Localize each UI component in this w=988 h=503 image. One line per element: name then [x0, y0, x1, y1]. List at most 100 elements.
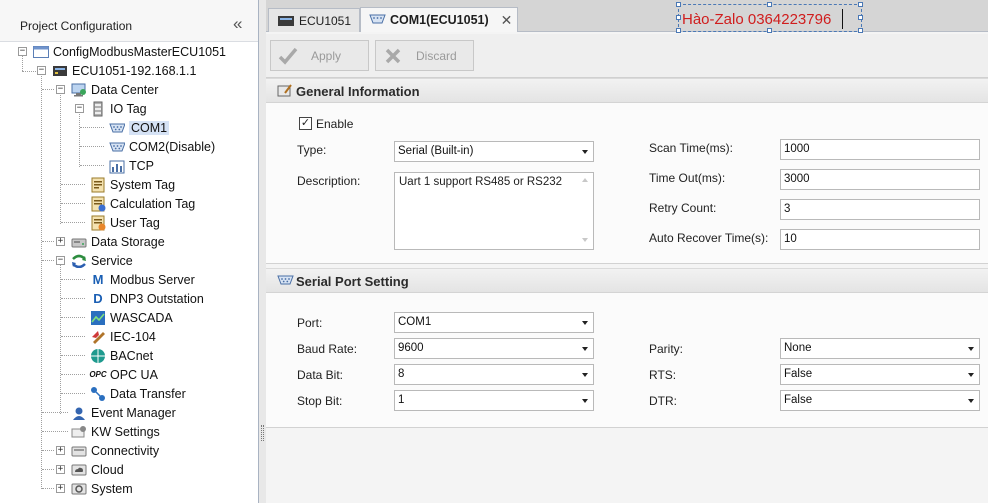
collapse-toggle[interactable]: − [37, 66, 46, 75]
tree-item-event-manager[interactable]: Event Manager [71, 403, 176, 422]
auto-recover-time-input[interactable]: 10 [780, 229, 980, 250]
section-title: General Information [296, 84, 420, 99]
tree-item-com1[interactable]: COM1 [109, 118, 170, 137]
tree-item-data-transfer[interactable]: Data Transfer [90, 384, 186, 403]
data-bit-select[interactable]: 8 [394, 364, 594, 385]
apply-button[interactable]: Apply [270, 40, 369, 71]
editor-area: ECU1051 COM1(ECU1051) ✕ Hào-Zalo 0364223… [266, 0, 988, 503]
collapse-toggle[interactable]: − [75, 104, 84, 113]
dnp3-icon: D [93, 291, 103, 306]
dtr-select[interactable]: False [780, 390, 980, 411]
panel-header: Project Configuration « [0, 0, 258, 42]
tree-item-user-tag[interactable]: User Tag [90, 213, 160, 232]
tab-ecu1051[interactable]: ECU1051 [268, 8, 360, 32]
scan-time-input[interactable]: 1000 [780, 139, 980, 160]
system-tag-icon [90, 177, 106, 193]
port-label: Port: [297, 316, 323, 330]
expand-toggle[interactable]: + [56, 465, 65, 474]
stop-bit-select[interactable]: 1 [394, 390, 594, 411]
cloud-icon [71, 462, 87, 478]
stop-bit-label: Stop Bit: [297, 394, 343, 408]
tree-item-bacnet[interactable]: BACnet [90, 346, 153, 365]
data-center-icon [71, 82, 87, 98]
tree-item-kw-settings[interactable]: KW Settings [71, 422, 160, 441]
general-information-section: General Information ✓ Enable Type: Seria… [266, 78, 988, 264]
parity-select[interactable]: None [780, 338, 980, 359]
tcp-icon [109, 158, 125, 174]
panel-splitter[interactable] [259, 0, 266, 503]
tree-item-system-tag[interactable]: System Tag [90, 175, 175, 194]
tree-item-iec104[interactable]: IEC-104 [90, 327, 156, 346]
watermark-textbox: Hào-Zalo 0364223796 [676, 2, 863, 33]
splitter-grip[interactable] [261, 425, 264, 441]
tab-bar: ECU1051 COM1(ECU1051) ✕ Hào-Zalo 0364223… [266, 0, 988, 33]
tree-item-system[interactable]: System [71, 479, 133, 498]
io-tag-icon [90, 101, 106, 117]
section-header: Serial Port Setting [266, 269, 988, 293]
resize-handle [676, 2, 681, 7]
tree-item-data-storage[interactable]: Data Storage [71, 232, 165, 251]
auto-recover-time-label: Auto Recover Time(s): [649, 231, 769, 245]
chevron-down-icon [968, 373, 974, 377]
serial-port-setting-section: Serial Port Setting Port: COM1 Baud Rate… [266, 268, 988, 428]
service-icon [71, 253, 87, 269]
tree-item-calculation-tag[interactable]: Calculation Tag [90, 194, 195, 213]
data-transfer-icon [90, 386, 106, 402]
scan-time-label: Scan Time(ms): [649, 141, 734, 155]
tree-item-io-tag[interactable]: IO Tag [90, 99, 147, 118]
section-title: Serial Port Setting [296, 274, 409, 289]
rts-select[interactable]: False [780, 364, 980, 385]
time-out-input[interactable]: 3000 [780, 169, 980, 190]
enable-label: Enable [316, 117, 354, 131]
scrollbar[interactable] [578, 174, 592, 248]
tree-item-project[interactable]: ConfigModbusMasterECU1051 [33, 42, 226, 61]
baud-rate-select[interactable]: 9600 [394, 338, 594, 359]
description-textarea[interactable]: Uart 1 support RS485 or RS232 [394, 172, 594, 250]
tree-item-wascada[interactable]: WASCADA [90, 308, 173, 327]
tree-item-data-center[interactable]: Data Center [71, 80, 158, 99]
close-tab-icon[interactable]: ✕ [501, 12, 513, 29]
tree-item-cloud[interactable]: Cloud [71, 460, 124, 479]
watermark-text: Hào-Zalo 0364223796 [682, 11, 832, 28]
tab-com1-ecu1051[interactable]: COM1(ECU1051) ✕ [360, 7, 518, 32]
resize-handle [858, 2, 863, 7]
tree-item-dnp3[interactable]: D DNP3 Outstation [90, 289, 204, 308]
time-out-label: Time Out(ms): [649, 171, 726, 185]
enable-checkbox[interactable]: ✓ [299, 117, 312, 130]
project-icon [33, 44, 49, 60]
tree-item-connectivity[interactable]: Connectivity [71, 441, 159, 460]
chevron-down-icon [582, 321, 588, 325]
collapse-toggle[interactable]: − [56, 85, 65, 94]
resize-handle [676, 28, 681, 33]
tree-item-tcp[interactable]: TCP [109, 156, 154, 175]
parity-label: Parity: [649, 342, 684, 356]
device-icon [52, 63, 68, 79]
calculation-tag-icon [90, 196, 106, 212]
modbus-icon: M [92, 272, 104, 287]
discard-button[interactable]: Discard [375, 40, 474, 71]
resize-handle [767, 28, 772, 33]
collapse-toggle[interactable]: − [56, 256, 65, 265]
tree-item-opc-ua[interactable]: OPC OPC UA [89, 365, 158, 384]
tree-item-com2[interactable]: COM2(Disable) [109, 137, 215, 156]
expand-toggle[interactable]: + [56, 237, 65, 246]
data-storage-icon [71, 234, 87, 250]
toolbar: Apply Discard [266, 34, 988, 78]
retry-count-input[interactable]: 3 [780, 199, 980, 220]
collapse-panel-button[interactable]: « [233, 14, 242, 34]
chevron-down-icon [582, 347, 588, 351]
serial-port-icon [277, 274, 294, 288]
tree-item-modbus-server[interactable]: M Modbus Server [90, 270, 195, 289]
serial-port-icon [369, 14, 386, 26]
chevron-down-icon [968, 399, 974, 403]
text-caret [842, 9, 843, 29]
expand-toggle[interactable]: + [56, 446, 65, 455]
project-configuration-panel: Project Configuration « − − − − + − + + … [0, 0, 259, 503]
port-select[interactable]: COM1 [394, 312, 594, 333]
expand-toggle[interactable]: + [56, 484, 65, 493]
tree-item-device[interactable]: ECU1051-192.168.1.1 [52, 61, 196, 80]
baud-rate-label: Baud Rate: [297, 342, 358, 356]
type-select[interactable]: Serial (Built-in) [394, 141, 594, 162]
tree-item-service[interactable]: Service [71, 251, 133, 270]
collapse-toggle[interactable]: − [18, 47, 27, 56]
